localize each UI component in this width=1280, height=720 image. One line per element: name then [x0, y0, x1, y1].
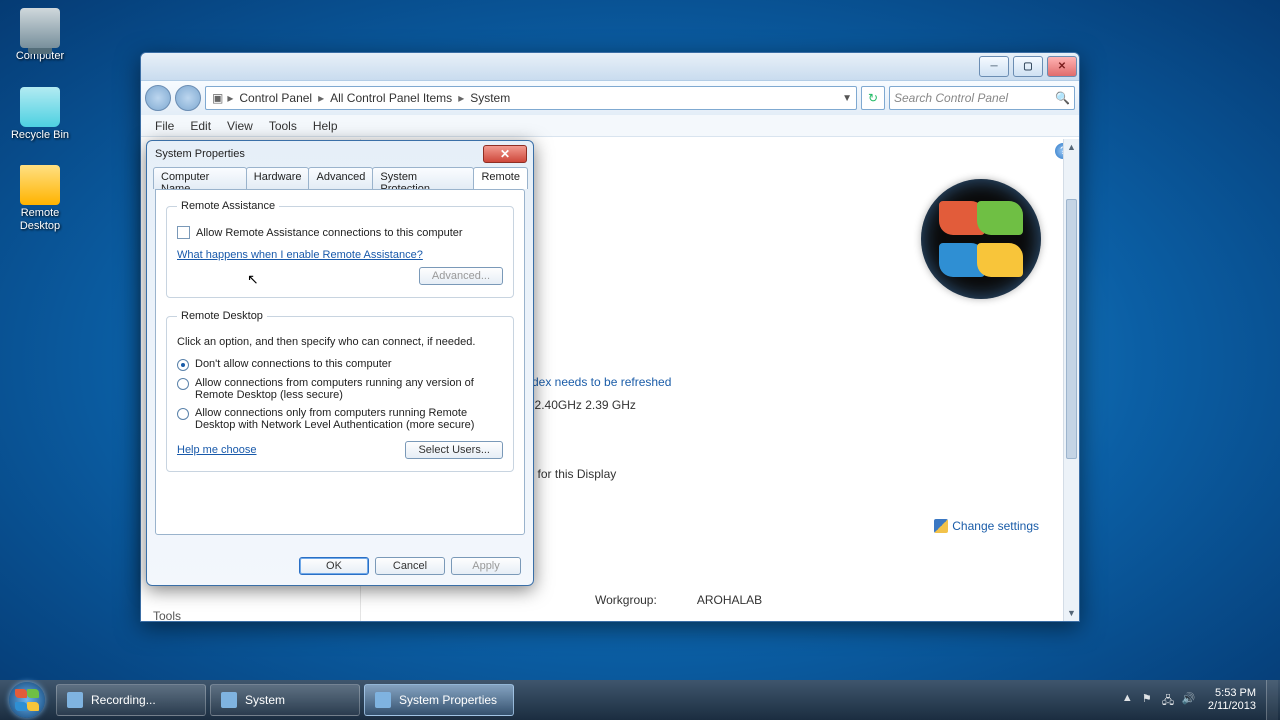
radio-icon[interactable]: [177, 408, 189, 420]
windows-logo: [921, 179, 1041, 299]
system-tray: ▲ ⚑ 🖧 🔊 5:53 PM 2/11/2013: [1114, 680, 1280, 720]
bin-glyph: [20, 87, 60, 127]
app-icon: [375, 692, 391, 708]
workgroup-value: AROHALAB: [697, 593, 762, 607]
task-recording[interactable]: Recording...: [56, 684, 206, 716]
shield-icon: [934, 519, 948, 533]
crumb-control-panel[interactable]: Control Panel: [235, 91, 316, 105]
folder-glyph: [20, 165, 60, 205]
change-settings-link[interactable]: Change settings: [934, 519, 1039, 533]
ok-button[interactable]: OK: [299, 557, 369, 575]
search-icon[interactable]: 🔍: [1055, 91, 1070, 105]
crumb-system[interactable]: System: [466, 91, 514, 105]
dialog-titlebar[interactable]: System Properties ✕: [147, 141, 533, 167]
apply-button[interactable]: Apply: [451, 557, 521, 575]
clock[interactable]: 5:53 PM 2/11/2013: [1202, 687, 1262, 712]
rd-option-dont-allow[interactable]: Don't allow connections to this computer: [177, 358, 503, 371]
back-button[interactable]: [145, 85, 171, 111]
crumb-all-items[interactable]: All Control Panel Items: [326, 91, 456, 105]
system-properties-dialog: System Properties ✕ Computer Name Hardwa…: [146, 140, 534, 586]
rd-opt2-label: Allow connections from computers running…: [195, 377, 503, 401]
folder-icon: ▣: [210, 91, 225, 105]
tab-body-remote: Remote Assistance Allow Remote Assistanc…: [155, 189, 525, 535]
app-icon: [221, 692, 237, 708]
radio-icon[interactable]: [177, 378, 189, 390]
scroll-thumb[interactable]: [1066, 199, 1077, 459]
workgroup-row: Workgroup: AROHALAB: [595, 593, 762, 607]
menu-tools[interactable]: Tools: [269, 119, 297, 133]
remote-desktop-label: Remote Desktop: [8, 207, 72, 232]
menu-edit[interactable]: Edit: [190, 119, 211, 133]
app-icon: [67, 692, 83, 708]
titlebar[interactable]: ─ ▢ ✕: [141, 53, 1079, 81]
tab-advanced[interactable]: Advanced: [308, 167, 373, 189]
menu-bar: File Edit View Tools Help: [141, 115, 1079, 137]
rd-help-link[interactable]: Help me choose: [177, 444, 257, 456]
menu-file[interactable]: File: [155, 119, 174, 133]
remote-desktop-icon[interactable]: Remote Desktop: [8, 165, 72, 232]
rd-opt3-label: Allow connections only from computers ru…: [195, 407, 503, 431]
task-label: System: [245, 693, 285, 707]
search-placeholder: Search Control Panel: [894, 91, 1008, 105]
address-bar[interactable]: ▣▸ Control Panel▸ All Control Panel Item…: [205, 86, 857, 110]
allow-ra-checkbox[interactable]: Allow Remote Assistance connections to t…: [177, 226, 503, 239]
start-button[interactable]: [0, 680, 54, 720]
tray-show-hidden-icon[interactable]: ▲: [1122, 692, 1138, 708]
cancel-button[interactable]: Cancel: [375, 557, 445, 575]
tray-network-icon[interactable]: 🖧: [1162, 692, 1178, 708]
checkbox-icon[interactable]: [177, 226, 190, 239]
task-label: System Properties: [399, 693, 497, 707]
ra-help-link[interactable]: What happens when I enable Remote Assist…: [177, 249, 423, 261]
show-desktop-button[interactable]: [1266, 680, 1278, 720]
remote-assistance-group: Remote Assistance Allow Remote Assistanc…: [166, 200, 514, 298]
address-dropdown-icon[interactable]: ▼: [842, 93, 852, 104]
ra-legend: Remote Assistance: [177, 200, 279, 212]
select-users-button[interactable]: Select Users...: [405, 441, 503, 459]
menu-view[interactable]: View: [227, 119, 253, 133]
menu-help[interactable]: Help: [313, 119, 338, 133]
task-system-properties[interactable]: System Properties: [364, 684, 514, 716]
remote-desktop-group: Remote Desktop Click an option, and then…: [166, 310, 514, 472]
dialog-title: System Properties: [155, 148, 483, 160]
computer-glyph: [20, 8, 60, 48]
desktop-icons: Computer Recycle Bin Remote Desktop: [8, 8, 88, 257]
rd-opt1-label: Don't allow connections to this computer: [195, 358, 392, 370]
workgroup-label: Workgroup:: [595, 593, 657, 607]
recycle-bin-label: Recycle Bin: [8, 129, 72, 142]
refresh-button[interactable]: ↻: [861, 86, 885, 110]
tab-system-protection[interactable]: System Protection: [372, 167, 474, 189]
tray-flag-icon[interactable]: ⚑: [1142, 692, 1158, 708]
radio-icon[interactable]: [177, 359, 189, 371]
forward-button[interactable]: [175, 85, 201, 111]
dialog-close-button[interactable]: ✕: [483, 145, 527, 163]
tab-computer-name[interactable]: Computer Name: [153, 167, 247, 189]
tray-volume-icon[interactable]: 🔊: [1182, 692, 1198, 708]
dialog-tabs: Computer Name Hardware Advanced System P…: [147, 167, 533, 189]
tab-remote[interactable]: Remote: [473, 167, 528, 189]
ra-advanced-button[interactable]: Advanced...: [419, 267, 503, 285]
maximize-button[interactable]: ▢: [1013, 56, 1043, 77]
allow-ra-label: Allow Remote Assistance connections to t…: [196, 227, 463, 239]
rd-option-nla[interactable]: Allow connections only from computers ru…: [177, 407, 503, 431]
close-button[interactable]: ✕: [1047, 56, 1077, 77]
scroll-down-icon[interactable]: ▼: [1064, 605, 1079, 621]
minimize-button[interactable]: ─: [979, 56, 1009, 77]
task-system[interactable]: System: [210, 684, 360, 716]
nav-row: ▣▸ Control Panel▸ All Control Panel Item…: [141, 81, 1079, 115]
rd-option-any-version[interactable]: Allow connections from computers running…: [177, 377, 503, 401]
scrollbar[interactable]: ▲ ▼: [1063, 139, 1079, 621]
rd-legend: Remote Desktop: [177, 310, 267, 322]
tools-label: Tools: [153, 609, 348, 621]
computer-icon[interactable]: Computer: [8, 8, 72, 63]
recycle-bin-icon[interactable]: Recycle Bin: [8, 87, 72, 142]
rd-description: Click an option, and then specify who ca…: [177, 336, 503, 348]
search-box[interactable]: Search Control Panel 🔍: [889, 86, 1075, 110]
scroll-up-icon[interactable]: ▲: [1064, 139, 1079, 155]
task-label: Recording...: [91, 693, 156, 707]
dialog-buttons: OK Cancel Apply: [299, 557, 521, 575]
tab-hardware[interactable]: Hardware: [246, 167, 310, 189]
clock-date: 2/11/2013: [1208, 700, 1256, 713]
clock-time: 5:53 PM: [1208, 687, 1256, 700]
taskbar: Recording... System System Properties ▲ …: [0, 680, 1280, 720]
